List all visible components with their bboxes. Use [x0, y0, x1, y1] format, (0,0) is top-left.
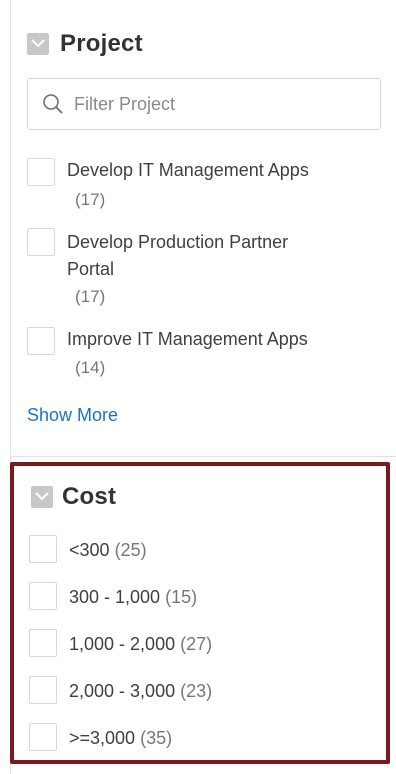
- search-icon: [43, 94, 63, 114]
- option-count: (17): [75, 190, 106, 209]
- cost-facet-highlight-frame: [10, 462, 390, 764]
- option-label-continued: Portal: [67, 259, 115, 279]
- option-label: Develop IT Management Apps: [67, 160, 309, 180]
- show-more-link[interactable]: Show More: [27, 403, 118, 427]
- project-facet-title: Project: [60, 30, 143, 57]
- project-search-input[interactable]: [72, 92, 366, 116]
- project-search-box[interactable]: [27, 78, 381, 130]
- option-label: Improve IT Management Apps: [67, 329, 308, 349]
- option-count: (17): [75, 287, 106, 306]
- checkbox-improve-it-management-apps[interactable]: [27, 327, 55, 355]
- checkbox-develop-it-management-apps[interactable]: [27, 158, 55, 186]
- option-count: (14): [75, 358, 106, 377]
- project-collapse-toggle[interactable]: [27, 33, 49, 55]
- checkbox-develop-production-partner-portal[interactable]: [27, 228, 55, 256]
- facet-divider: [11, 456, 396, 457]
- option-label: Develop Production Partner: [67, 232, 289, 252]
- chevron-down-icon: [31, 39, 45, 48]
- project-facet-header[interactable]: Project: [27, 30, 143, 58]
